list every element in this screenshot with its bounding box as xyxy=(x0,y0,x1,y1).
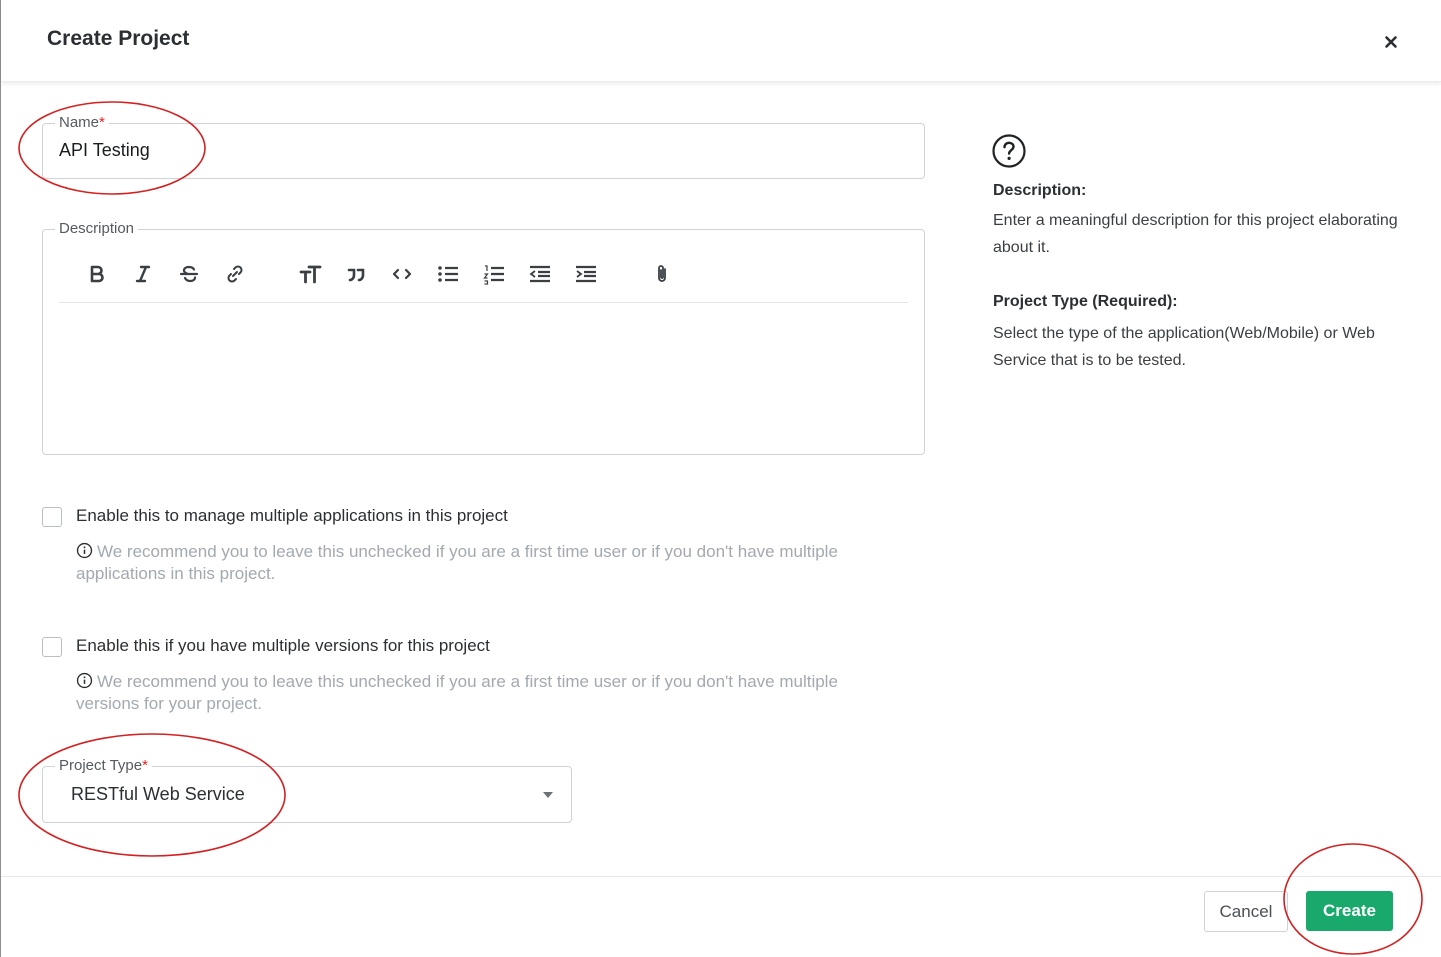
strikethrough-icon[interactable] xyxy=(175,260,203,288)
project-type-value: RESTful Web Service xyxy=(71,784,245,804)
help-description-text: Enter a meaningful description for this … xyxy=(993,212,1398,256)
numbered-list-icon[interactable] xyxy=(480,260,508,288)
description-field: Description xyxy=(42,219,925,455)
question-circle-icon xyxy=(992,134,1026,168)
italic-icon[interactable] xyxy=(129,260,157,288)
name-input[interactable] xyxy=(59,140,899,161)
create-button[interactable]: Create xyxy=(1306,891,1393,931)
indent-icon[interactable] xyxy=(572,260,600,288)
bullet-list-icon[interactable] xyxy=(434,260,462,288)
multiple-versions-label: Enable this if you have multiple version… xyxy=(76,636,490,655)
info-icon xyxy=(76,672,93,689)
help-type-heading: Project Type (Required): xyxy=(993,293,1178,310)
multiple-apps-hint: We recommend you to leave this unchecked… xyxy=(76,541,876,585)
outdent-icon[interactable] xyxy=(526,260,554,288)
multiple-versions-hint-text: We recommend you to leave this unchecked… xyxy=(76,672,838,713)
quote-icon[interactable] xyxy=(342,260,370,288)
multiple-apps-hint-text: We recommend you to leave this unchecked… xyxy=(76,542,838,583)
link-icon[interactable] xyxy=(221,260,249,288)
multiple-apps-checkbox[interactable] xyxy=(42,507,62,527)
close-icon[interactable] xyxy=(1379,30,1403,54)
required-mark: * xyxy=(142,757,148,774)
cancel-button[interactable]: Cancel xyxy=(1204,891,1288,932)
description-label: Description xyxy=(55,219,139,239)
help-type-text: Select the type of the application(Web/M… xyxy=(993,325,1375,369)
chevron-down-icon[interactable] xyxy=(543,792,553,798)
dialog-header: Create Project xyxy=(1,0,1441,82)
heading-icon[interactable] xyxy=(296,260,324,288)
project-type-select[interactable]: Project Type* RESTful Web Service xyxy=(42,756,572,823)
project-type-label-text: Project Type xyxy=(59,757,143,774)
multiple-apps-label: Enable this to manage multiple applicati… xyxy=(76,506,508,525)
attachment-icon[interactable] xyxy=(648,260,676,288)
bold-icon[interactable] xyxy=(83,260,111,288)
project-type-label: Project Type* xyxy=(55,756,152,776)
footer-divider xyxy=(1,876,1441,877)
name-label: Name* xyxy=(55,113,109,133)
description-editor[interactable] xyxy=(59,310,908,440)
help-description-heading: Description: xyxy=(993,182,1087,199)
name-field[interactable]: Name* xyxy=(42,113,925,179)
editor-toolbar xyxy=(59,250,908,303)
multiple-versions-checkbox[interactable] xyxy=(42,637,62,657)
name-label-text: Name xyxy=(59,114,100,131)
required-mark: * xyxy=(99,114,105,131)
window-edge xyxy=(0,0,1,957)
code-icon[interactable] xyxy=(388,260,416,288)
dialog-title: Create Project xyxy=(47,27,190,50)
info-icon xyxy=(76,542,93,559)
multiple-versions-hint: We recommend you to leave this unchecked… xyxy=(76,671,876,715)
